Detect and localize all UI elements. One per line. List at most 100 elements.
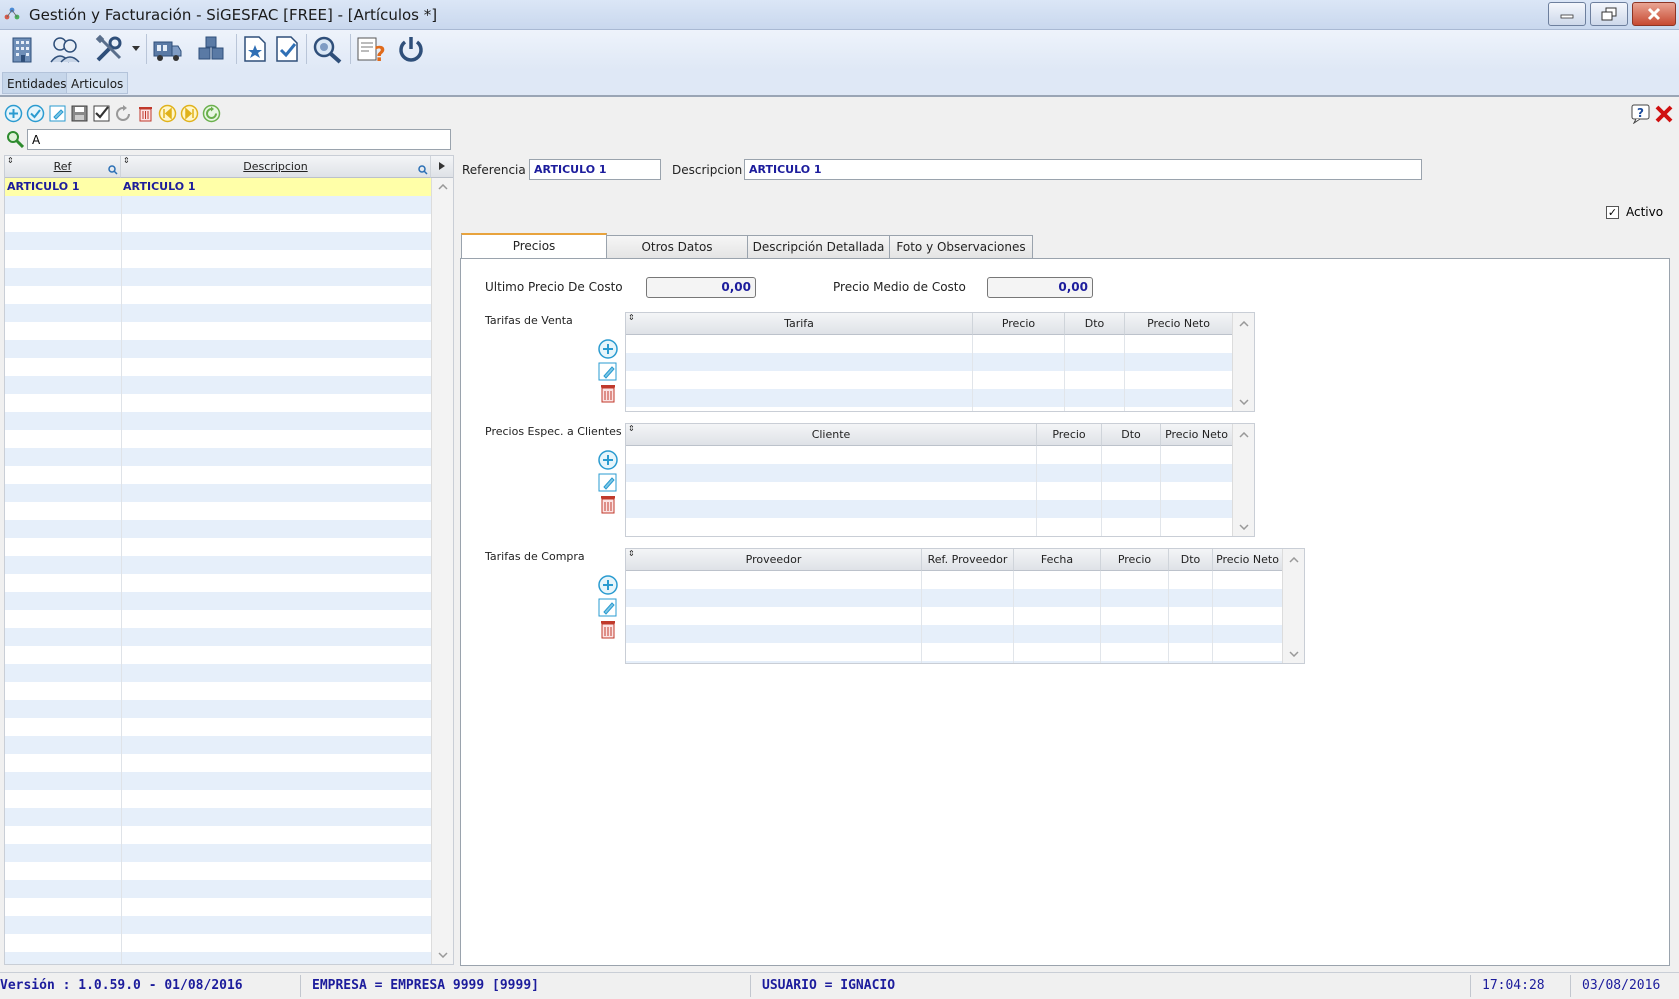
column-header-precio[interactable]: Precio xyxy=(1101,549,1169,571)
add-icon[interactable] xyxy=(597,338,619,360)
main-toolbar: ? xyxy=(0,30,1679,70)
column-header-tarifa[interactable]: ⇕ Tarifa xyxy=(626,313,973,335)
power-icon xyxy=(399,37,423,62)
edit-icon[interactable] xyxy=(48,104,67,123)
chevron-down-icon[interactable] xyxy=(438,952,448,958)
save-icon[interactable] xyxy=(70,104,89,123)
column-header-fecha[interactable]: Fecha xyxy=(1014,549,1101,571)
toolbar-search-button[interactable] xyxy=(310,32,344,66)
toolbar-tools-button[interactable] xyxy=(92,32,126,66)
column-header-ref-proveedor[interactable]: Ref. Proveedor xyxy=(922,549,1014,571)
column-header-dto[interactable]: Dto xyxy=(1065,313,1125,335)
delete-icon[interactable] xyxy=(136,104,155,123)
add-icon[interactable] xyxy=(597,449,619,471)
status-time: 17:04:28 xyxy=(1482,978,1545,993)
grid-scrollbar[interactable] xyxy=(1232,424,1254,536)
column-header-precio[interactable]: Precio xyxy=(973,313,1065,335)
chevron-down-icon[interactable] xyxy=(1239,524,1249,530)
descripcion-field[interactable]: ARTICULO 1 xyxy=(744,159,1422,180)
undo-icon[interactable] xyxy=(114,104,133,123)
cell-descripcion: ARTICULO 1 xyxy=(123,180,196,193)
first-icon[interactable] xyxy=(158,104,177,123)
toolbar-reports-button[interactable]: ? xyxy=(354,32,388,66)
descripcion-label: Descripcion xyxy=(672,163,743,177)
last-icon[interactable] xyxy=(180,104,199,123)
column-header-precio-neto[interactable]: Precio Neto xyxy=(1125,313,1233,335)
tab-otros-datos[interactable]: Otros Datos xyxy=(606,235,748,259)
chevron-down-icon[interactable] xyxy=(1239,399,1249,405)
column-header-ref[interactable]: ⇕ Ref xyxy=(5,156,121,178)
medio-costo-label: Precio Medio de Costo xyxy=(833,280,966,294)
restore-button[interactable] xyxy=(1590,2,1628,26)
refresh-icon[interactable] xyxy=(202,104,221,123)
tarifas-compra-label: Tarifas de Compra xyxy=(485,550,585,563)
status-version: Versión : 1.0.59.0 - 01/08/2016 xyxy=(0,978,243,993)
chevron-up-icon[interactable] xyxy=(438,184,448,190)
ultimo-costo-field[interactable]: 0,00 xyxy=(646,277,756,298)
column-header-precio[interactable]: Precio xyxy=(1037,424,1102,446)
referencia-label: Referencia xyxy=(462,163,526,177)
list-scrollbar[interactable] xyxy=(431,178,453,964)
chevron-down-icon[interactable] xyxy=(1289,651,1299,657)
column-header-precio-neto[interactable]: Precio Neto xyxy=(1161,424,1233,446)
status-separator xyxy=(750,975,751,997)
close-window-button[interactable] xyxy=(1632,2,1676,26)
toolbar-users-button[interactable] xyxy=(48,32,82,66)
column-chooser[interactable] xyxy=(431,156,453,178)
sort-icon: ⇕ xyxy=(123,156,130,165)
toolbar-entities-button[interactable] xyxy=(6,32,40,66)
chevron-up-icon[interactable] xyxy=(1239,432,1249,438)
toolbar-purchases-button[interactable] xyxy=(270,32,304,66)
close-form-icon[interactable] xyxy=(1654,104,1674,124)
column-header-proveedor[interactable]: ⇕ Proveedor xyxy=(626,549,922,571)
referencia-field[interactable]: ARTICULO 1 xyxy=(529,159,661,180)
window-title: Gestión y Facturación - SiGESFAC [FREE] … xyxy=(29,6,438,24)
column-divider xyxy=(1168,571,1169,663)
grid-scrollbar[interactable] xyxy=(1282,549,1304,663)
delete-icon[interactable] xyxy=(597,493,619,515)
help-icon[interactable]: ? xyxy=(1630,104,1652,124)
delete-icon[interactable] xyxy=(597,618,619,640)
minimize-button[interactable] xyxy=(1548,2,1586,26)
column-header-descripcion[interactable]: ⇕ Descripcion xyxy=(121,156,431,178)
check-icon[interactable] xyxy=(92,104,111,123)
column-filter-icon[interactable] xyxy=(108,165,118,175)
articles-list-grid: ⇕ Ref ⇕ Descripcion ARTICULO 1 ARTICULO … xyxy=(4,155,454,965)
checkbox-box[interactable]: ✓ xyxy=(1606,206,1619,219)
document-check-icon xyxy=(276,36,298,62)
column-header-precio-neto[interactable]: Precio Neto xyxy=(1213,549,1283,571)
close-icon xyxy=(1647,7,1661,21)
column-filter-icon[interactable] xyxy=(418,165,428,175)
report-help-icon: ? xyxy=(357,37,386,64)
delete-icon[interactable] xyxy=(597,382,619,404)
column-header-dto[interactable]: Dto xyxy=(1169,549,1213,571)
column-header-cliente[interactable]: ⇕ Cliente xyxy=(626,424,1037,446)
toolbar-delivery-button[interactable] xyxy=(150,32,184,66)
edit-icon[interactable] xyxy=(597,471,619,493)
medio-costo-field[interactable]: 0,00 xyxy=(987,277,1093,298)
table-row[interactable]: ARTICULO 1 ARTICULO 1 xyxy=(5,178,431,196)
tab-precios[interactable]: Precios xyxy=(461,233,607,260)
module-tab-articulos[interactable]: Articulos xyxy=(66,72,129,94)
confirm-icon[interactable] xyxy=(26,104,45,123)
chevron-up-icon[interactable] xyxy=(1289,557,1299,563)
edit-icon[interactable] xyxy=(597,360,619,382)
chevron-down-icon[interactable] xyxy=(132,46,140,52)
search-input[interactable] xyxy=(27,129,451,150)
toolbar-exit-button[interactable] xyxy=(394,32,428,66)
add-icon[interactable] xyxy=(597,574,619,596)
grid-scrollbar[interactable] xyxy=(1232,313,1254,411)
tab-descripcion-detallada[interactable]: Descripción Detallada xyxy=(747,235,890,259)
add-icon[interactable] xyxy=(4,104,23,123)
column-header-dto[interactable]: Dto xyxy=(1102,424,1161,446)
edit-icon[interactable] xyxy=(597,596,619,618)
chevron-up-icon[interactable] xyxy=(1239,321,1249,327)
precios-tab-panel: Ultimo Precio De Costo 0,00 Precio Medio… xyxy=(460,258,1670,966)
precios-clientes-label: Precios Espec. a Clientes xyxy=(485,425,622,438)
sort-icon: ⇕ xyxy=(7,156,14,165)
toolbar-sales-button[interactable] xyxy=(238,32,272,66)
status-usuario: USUARIO = IGNACIO xyxy=(762,978,896,993)
toolbar-articles-button[interactable] xyxy=(194,32,228,66)
tab-foto-observaciones[interactable]: Foto y Observaciones xyxy=(889,235,1033,259)
module-tab-entidades[interactable]: Entidades xyxy=(2,72,72,94)
